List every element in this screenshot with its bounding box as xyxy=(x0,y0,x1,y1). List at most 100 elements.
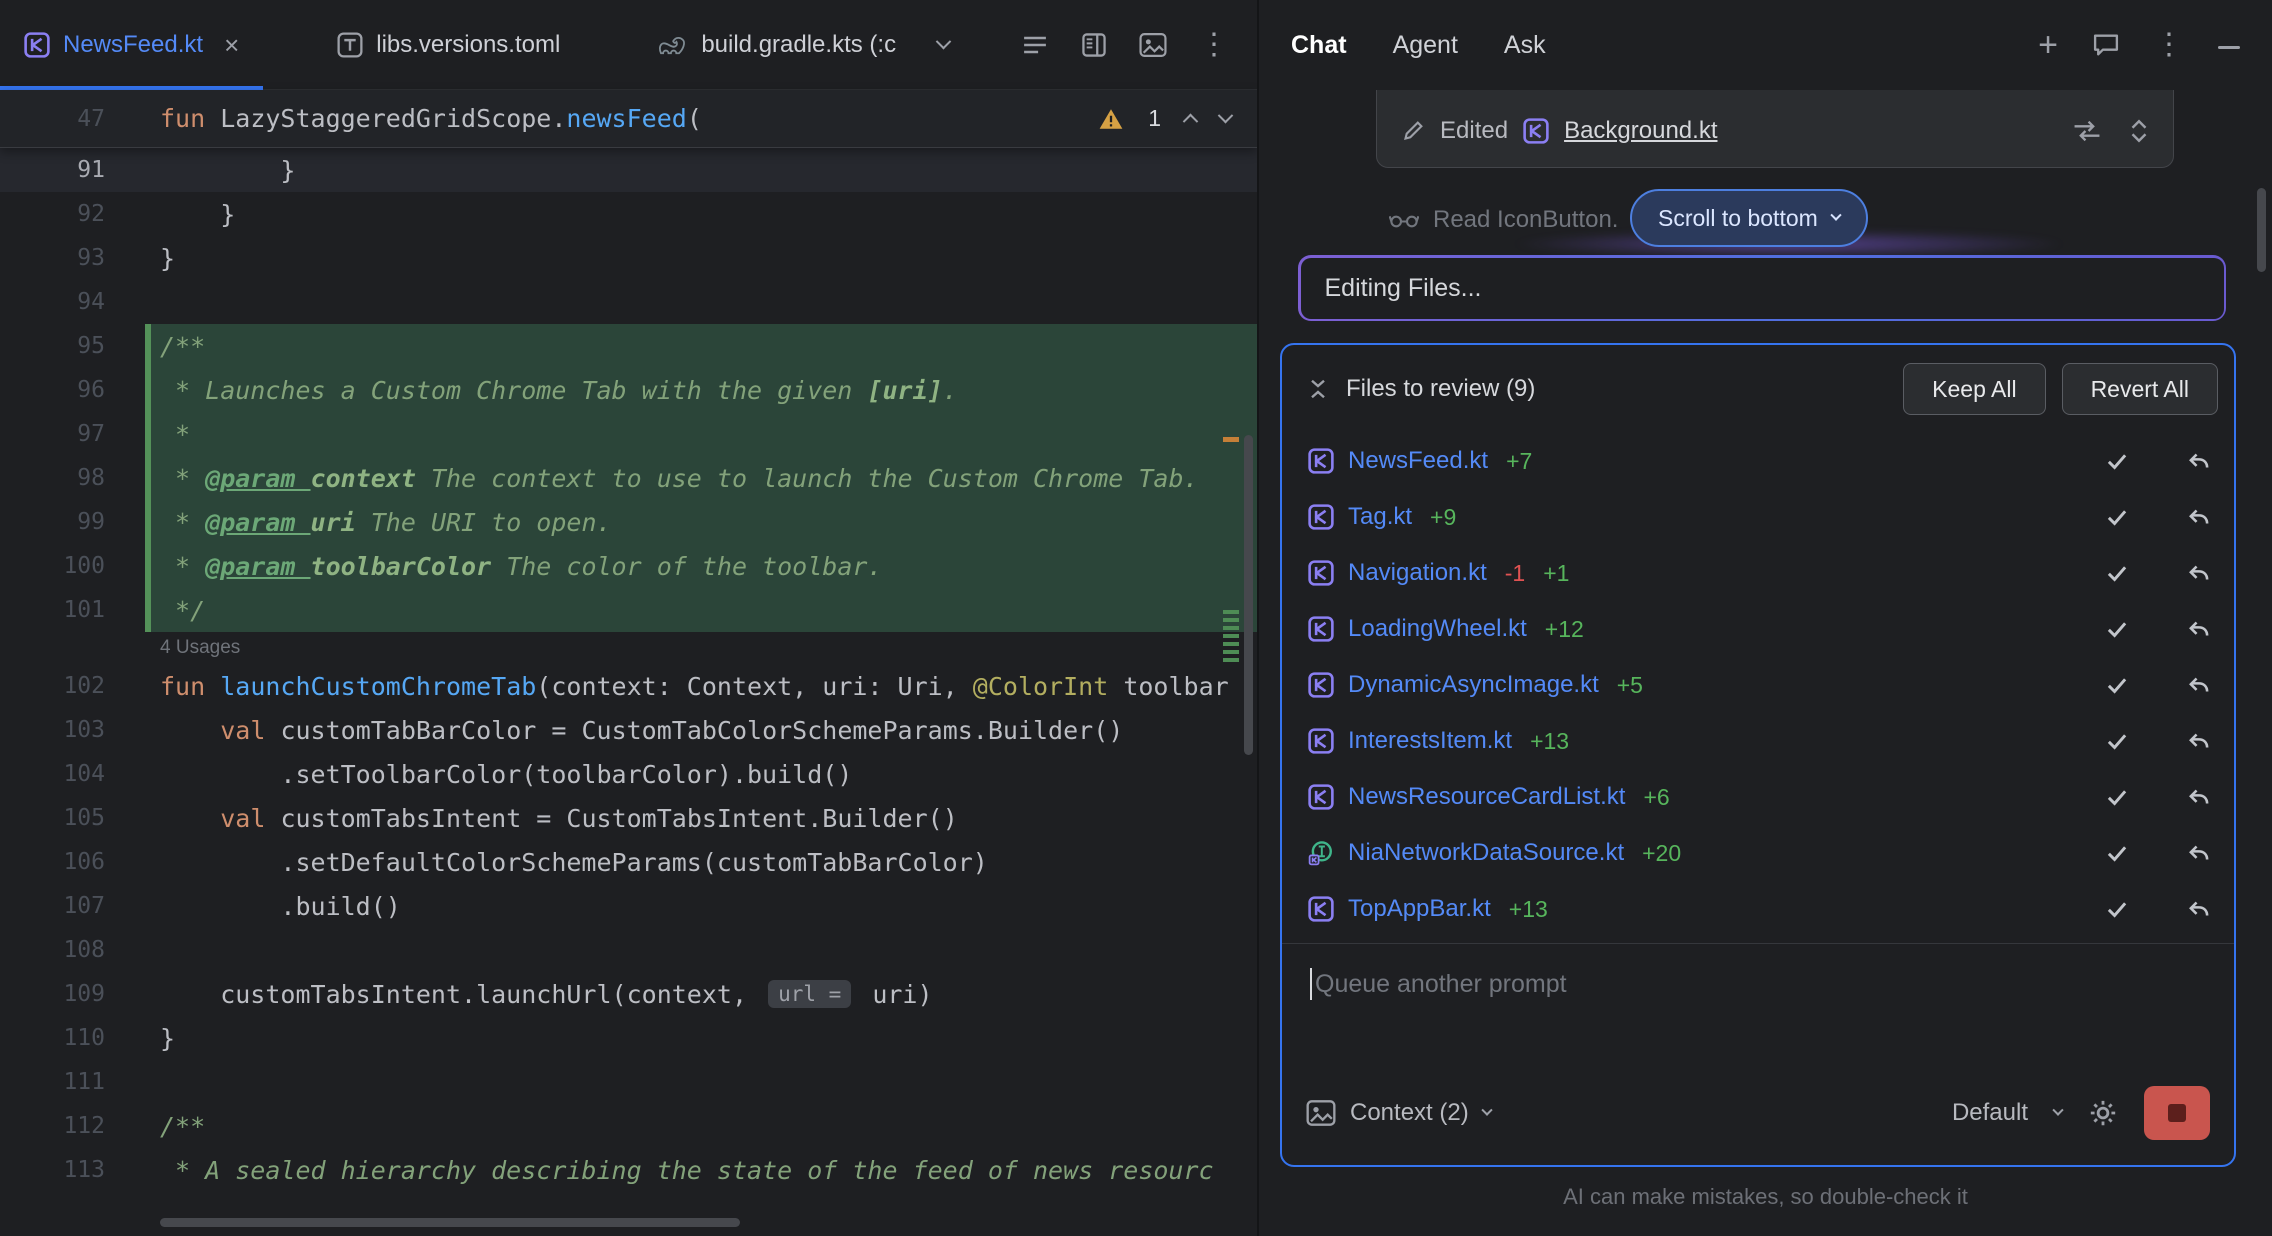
image-icon[interactable] xyxy=(1139,32,1167,58)
tab-newsfeed[interactable]: NewsFeed.kt × xyxy=(0,0,263,89)
files-to-review-panel: Files to review (9) Keep All Revert All … xyxy=(1280,343,2236,1167)
keep-all-button[interactable]: Keep All xyxy=(1903,363,2045,415)
file-name-link[interactable]: DynamicAsyncImage.kt xyxy=(1348,671,1599,699)
code-line-111[interactable]: 111 xyxy=(0,1060,1257,1104)
tab-list-dropdown[interactable] xyxy=(920,0,967,89)
revert-file-button[interactable] xyxy=(2186,616,2212,642)
code-line-105[interactable]: 105 val customTabsIntent = CustomTabsInt… xyxy=(0,796,1257,840)
code-line-107[interactable]: 107 .build() xyxy=(0,884,1257,928)
revert-file-button[interactable] xyxy=(2186,728,2212,754)
code-line-93[interactable]: 93} xyxy=(0,236,1257,280)
code-line-103[interactable]: 103 val customTabBarColor = CustomTabCol… xyxy=(0,708,1257,752)
code-line-110[interactable]: 110} xyxy=(0,1016,1257,1060)
revert-all-button[interactable]: Revert All xyxy=(2062,363,2218,415)
editor-horizontal-scrollbar[interactable] xyxy=(160,1218,740,1227)
file-name-link[interactable]: TopAppBar.kt xyxy=(1348,895,1491,923)
file-review-row[interactable]: Tag.kt+9 xyxy=(1282,489,2234,545)
file-name-link[interactable]: NewsFeed.kt xyxy=(1348,447,1488,475)
code-line-94[interactable]: 94 xyxy=(0,280,1257,324)
code-line-92[interactable]: 92 } xyxy=(0,192,1257,236)
chat-scrollbar[interactable] xyxy=(2257,188,2266,272)
collapse-icon[interactable] xyxy=(1306,377,1330,401)
line-list-icon[interactable] xyxy=(1021,33,1049,57)
revert-file-button[interactable] xyxy=(2186,448,2212,474)
file-review-row[interactable]: LoadingWheel.kt+12 xyxy=(1282,601,2234,657)
code-line-112[interactable]: 112/** xyxy=(0,1104,1257,1148)
edited-file-card[interactable]: Edited Background.kt xyxy=(1376,78,2174,168)
keep-file-button[interactable] xyxy=(2104,896,2130,922)
file-name-link[interactable]: NiaNetworkDataSource.kt xyxy=(1348,839,1624,867)
file-name-link[interactable]: InterestsItem.kt xyxy=(1348,727,1512,755)
keep-file-button[interactable] xyxy=(2104,840,2130,866)
revert-file-button[interactable] xyxy=(2186,784,2212,810)
next-warning-icon[interactable] xyxy=(1218,108,1234,124)
usages-inlay-hint[interactable]: 4 Usages xyxy=(0,632,1257,664)
attach-image-icon[interactable] xyxy=(1306,1099,1336,1127)
keep-file-button[interactable] xyxy=(2104,672,2130,698)
code-line-97[interactable]: 97 * xyxy=(0,412,1257,456)
prompt-input[interactable]: Queue another prompt xyxy=(1282,944,2234,1073)
close-tab-icon[interactable]: × xyxy=(224,32,239,58)
file-review-row[interactable]: NewsResourceCardList.kt+6 xyxy=(1282,769,2234,825)
code-lines[interactable]: 91 }92 }93}9495/**96 * Launches a Custom… xyxy=(0,148,1257,1192)
file-name-link[interactable]: Navigation.kt xyxy=(1348,559,1487,587)
revert-file-button[interactable] xyxy=(2186,840,2212,866)
tab-ask[interactable]: Ask xyxy=(1504,31,1546,60)
revert-file-button[interactable] xyxy=(2186,504,2212,530)
code-line-113[interactable]: 113 * A sealed hierarchy describing the … xyxy=(0,1148,1257,1192)
line-number: 112 xyxy=(0,1104,145,1148)
revert-file-button[interactable] xyxy=(2186,560,2212,586)
file-name-link[interactable]: Tag.kt xyxy=(1348,503,1412,531)
keep-file-button[interactable] xyxy=(2104,616,2130,642)
code-line-95[interactable]: 95/** xyxy=(0,324,1257,368)
stop-button[interactable] xyxy=(2144,1086,2210,1140)
code-line-99[interactable]: 99 * @param uri The URI to open. xyxy=(0,500,1257,544)
ai-chat-pane: Edited Background.kt Read IconButton. xyxy=(1259,0,2272,1236)
code-line-102[interactable]: 102fun launchCustomChromeTab(context: Co… xyxy=(0,664,1257,708)
more-options-icon[interactable]: ⋮ xyxy=(1199,30,1229,60)
file-review-row[interactable]: Navigation.kt-1+1 xyxy=(1282,545,2234,601)
tab-build-gradle[interactable]: build.gradle.kts (:c xyxy=(634,0,920,89)
file-review-row[interactable]: NewsFeed.kt+7 xyxy=(1282,433,2234,489)
more-options-icon[interactable]: ⋮ xyxy=(2154,30,2184,60)
file-name-link[interactable]: LoadingWheel.kt xyxy=(1348,615,1527,643)
model-selector[interactable]: Default xyxy=(1952,1099,2028,1127)
context-selector[interactable]: Context (2) xyxy=(1350,1099,1469,1127)
tab-libs-versions[interactable]: libs.versions.toml xyxy=(313,0,584,89)
revert-file-button[interactable] xyxy=(2186,672,2212,698)
keep-file-button[interactable] xyxy=(2104,504,2130,530)
keep-file-button[interactable] xyxy=(2104,560,2130,586)
code-line-100[interactable]: 100 * @param toolbarColor The color of t… xyxy=(0,544,1257,588)
expand-icon[interactable] xyxy=(2129,118,2149,144)
gear-icon[interactable] xyxy=(2088,1098,2118,1128)
keep-file-button[interactable] xyxy=(2104,448,2130,474)
keep-file-button[interactable] xyxy=(2104,784,2130,810)
code-line-96[interactable]: 96 * Launches a Custom Chrome Tab with t… xyxy=(0,368,1257,412)
file-name-link[interactable]: NewsResourceCardList.kt xyxy=(1348,783,1625,811)
sticky-code-line[interactable]: 47 fun LazyStaggeredGridScope.newsFeed( … xyxy=(0,90,1257,148)
file-review-row[interactable]: DynamicAsyncImage.kt+5 xyxy=(1282,657,2234,713)
code-line-101[interactable]: 101 */ xyxy=(0,588,1257,632)
file-review-row[interactable]: TopAppBar.kt+13 xyxy=(1282,881,2234,937)
prev-warning-icon[interactable] xyxy=(1183,114,1199,130)
tab-chat[interactable]: Chat xyxy=(1291,31,1347,60)
new-chat-icon[interactable]: + xyxy=(2038,28,2058,62)
code-line-91[interactable]: 91 } xyxy=(0,148,1257,192)
file-review-row[interactable]: InterestsItem.kt+13 xyxy=(1282,713,2234,769)
keep-file-button[interactable] xyxy=(2104,728,2130,754)
code-line-106[interactable]: 106 .setDefaultColorSchemeParams(customT… xyxy=(0,840,1257,884)
edited-file-link[interactable]: Background.kt xyxy=(1564,117,1717,145)
revert-file-button[interactable] xyxy=(2186,896,2212,922)
code-line-108[interactable]: 108 xyxy=(0,928,1257,972)
file-review-row[interactable]: NiaNetworkDataSource.kt+20 xyxy=(1282,825,2234,881)
tab-agent[interactable]: Agent xyxy=(1393,31,1458,60)
minimize-icon[interactable] xyxy=(2218,36,2240,54)
structure-view-icon[interactable] xyxy=(1081,32,1107,58)
editor-vertical-scrollbar[interactable] xyxy=(1244,435,1253,755)
code-line-104[interactable]: 104 .setToolbarColor(toolbarColor).build… xyxy=(0,752,1257,796)
scroll-to-bottom-button[interactable]: Scroll to bottom xyxy=(1630,189,1868,247)
diff-icon[interactable] xyxy=(2073,119,2101,143)
code-line-109[interactable]: 109 customTabsIntent.launchUrl(context, … xyxy=(0,972,1257,1016)
code-line-98[interactable]: 98 * @param context The context to use t… xyxy=(0,456,1257,500)
comment-icon[interactable] xyxy=(2092,32,2120,58)
